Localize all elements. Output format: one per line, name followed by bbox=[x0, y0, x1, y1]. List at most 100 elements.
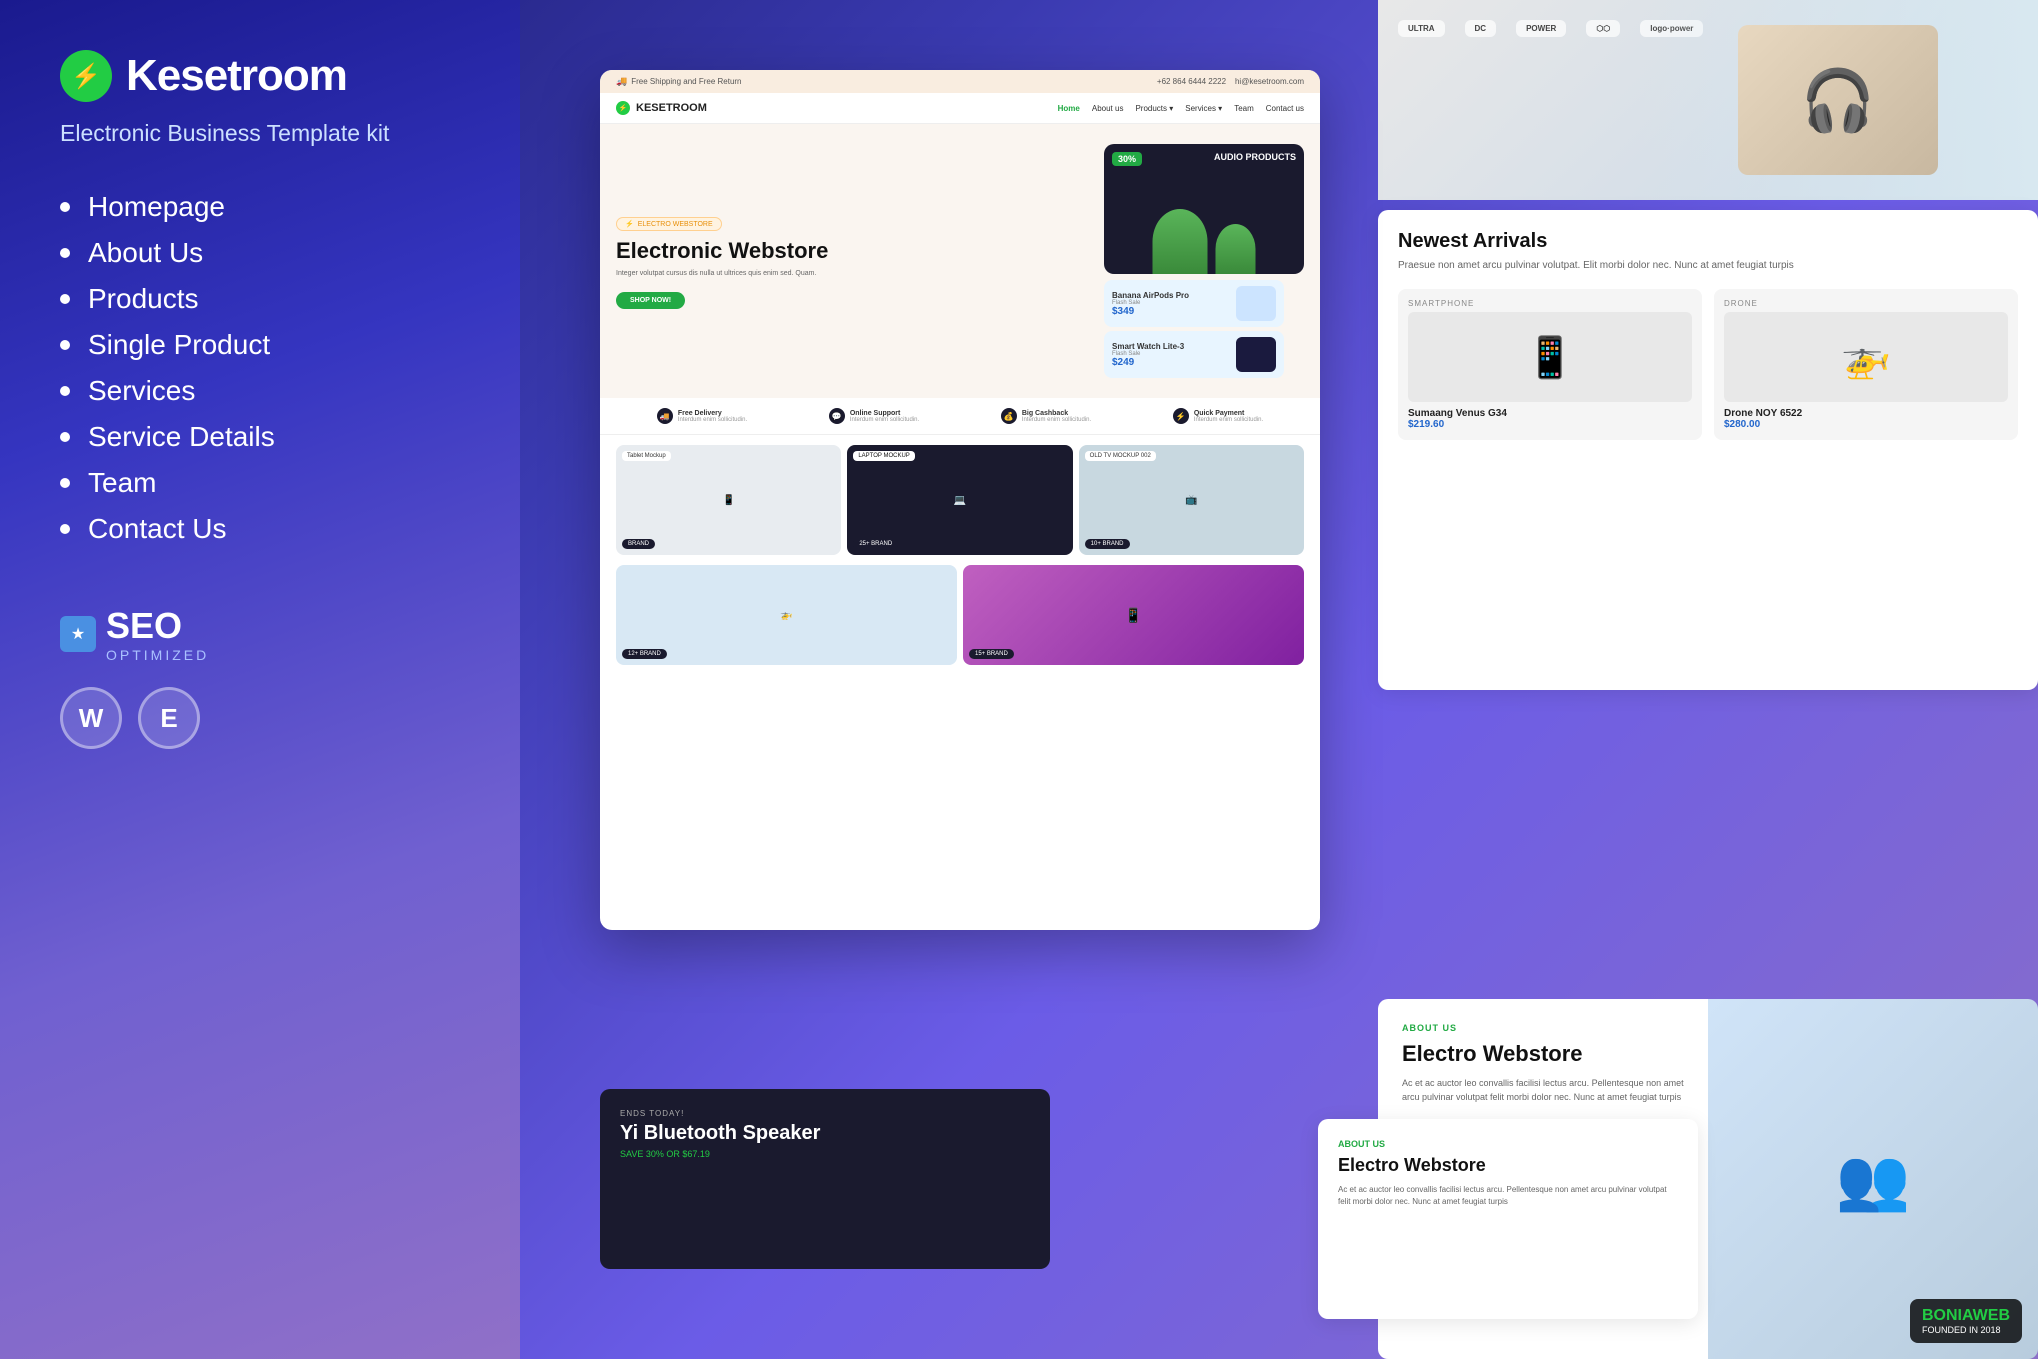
list-item[interactable]: Contact Us bbox=[60, 513, 460, 545]
person-placeholder: 🎧 bbox=[1738, 25, 1938, 175]
discount-badge: 30% bbox=[1112, 152, 1142, 166]
list-item[interactable]: Homepage bbox=[60, 191, 460, 223]
support-title: Online Support bbox=[850, 410, 919, 417]
menu-item-label: About Us bbox=[88, 237, 203, 269]
product-label: LAPTOP MOCKUP bbox=[853, 451, 914, 461]
bullet-icon bbox=[60, 386, 70, 396]
nav-about[interactable]: About us bbox=[1092, 104, 1124, 113]
topbar-shipping: 🚚 Free Shipping and Free Return bbox=[616, 76, 742, 87]
main-content: 🚚 Free Shipping and Free Return +62 864 … bbox=[520, 0, 2038, 1359]
hero-title: Electronic Webstore bbox=[616, 239, 1092, 263]
payment-icon: ⚡ bbox=[1173, 408, 1189, 424]
about-electro-text: Ac et ac auctor leo convallis facilisi l… bbox=[1338, 1184, 1678, 1208]
watch-price: $249 bbox=[1112, 357, 1184, 368]
elementor-icon: E bbox=[138, 687, 200, 749]
cashback-title: Big Cashback bbox=[1022, 410, 1091, 417]
product-card-drone: 🚁 12+ BRAND bbox=[616, 565, 957, 665]
list-item[interactable]: Service Details bbox=[60, 421, 460, 453]
founded-badge: BONIAWEB FOUNDED IN 2018 bbox=[1910, 1299, 2022, 1343]
list-item[interactable]: About Us bbox=[60, 237, 460, 269]
bullet-icon bbox=[60, 432, 70, 442]
side-card-info: Smart Watch Lite-3 Flash Sale $249 bbox=[1112, 342, 1184, 368]
support-icon: 💬 bbox=[829, 408, 845, 424]
bullet-icon bbox=[60, 340, 70, 350]
arrivals-subtitle: Praesue non amet arcu pulvinar volutpat.… bbox=[1398, 259, 2018, 273]
payment-sub: Interdum enim sollicitudin. bbox=[1194, 417, 1263, 423]
nav-contact[interactable]: Contact us bbox=[1266, 104, 1304, 113]
iphone-img: 📱 bbox=[963, 565, 1304, 665]
company-photo-section: 👥 BONIAWEB FOUNDED IN 2018 bbox=[1708, 999, 2038, 1359]
founded-label: FOUNDED IN 2018 bbox=[1922, 1325, 2010, 1335]
brand-logo-hex: ⬡⬡ bbox=[1586, 20, 1620, 37]
delivery-icon: 🚚 bbox=[657, 408, 673, 424]
arrival-category-1: DRONE bbox=[1724, 299, 2008, 308]
list-item[interactable]: Team bbox=[60, 467, 460, 499]
menu-item-label: Services bbox=[88, 375, 195, 407]
smartphone-emoji: 📱 bbox=[1525, 334, 1575, 381]
arrival-smartphone: SMARTPHONE 📱 Sumaang Venus G34 $219.60 bbox=[1398, 289, 1702, 440]
drone-emoji: 🚁 bbox=[1841, 334, 1891, 381]
products-bottom-row: 🚁 12+ BRAND 📱 15+ BRAND bbox=[600, 565, 1320, 675]
tagline: Electronic Business Template kit bbox=[60, 120, 460, 147]
brand-logo-ultra: ULTRA bbox=[1398, 20, 1445, 37]
list-item[interactable]: Products bbox=[60, 283, 460, 315]
arrival-drone: DRONE 🚁 Drone NOY 6522 $280.00 bbox=[1714, 289, 2018, 440]
arrival-price-0: $219.60 bbox=[1408, 419, 1692, 430]
topbar-right: +62 864 6444 2222 hi@kesetroom.com bbox=[1157, 77, 1304, 86]
people-emoji: 👥 bbox=[1836, 1144, 1911, 1215]
iphone-brand: 15+ BRAND bbox=[969, 649, 1014, 659]
platform-icons: W E bbox=[60, 687, 460, 749]
menu-item-label: Contact Us bbox=[88, 513, 227, 545]
hero-cta-button[interactable]: SHOP NOW! bbox=[616, 292, 685, 309]
left-panel: ⚡ Kesetroom Electronic Business Template… bbox=[0, 0, 520, 1359]
about-label: ABOUT US bbox=[1402, 1023, 1684, 1033]
nav-products[interactable]: Products ▾ bbox=[1135, 104, 1173, 113]
arrival-category-0: SMARTPHONE bbox=[1408, 299, 1692, 308]
menu-item-label: Products bbox=[88, 283, 199, 315]
delivery-sub: Interdum enim sollicitudin. bbox=[678, 417, 747, 423]
product-card-iphone: 📱 15+ BRAND bbox=[963, 565, 1304, 665]
brand-name: Kesetroom bbox=[126, 51, 347, 101]
founded-brand: BONIAWEB bbox=[1922, 1307, 2010, 1325]
features-bar: 🚚 Free Delivery Interdum enim sollicitud… bbox=[600, 398, 1320, 435]
company-name: Electro Webstore bbox=[1402, 1041, 1684, 1067]
watch-name: Smart Watch Lite-3 bbox=[1112, 342, 1184, 351]
cashback-icon: 💰 bbox=[1001, 408, 1017, 424]
brand-logo-power: POWER bbox=[1516, 20, 1566, 37]
site-logo-dot: ⚡ bbox=[616, 101, 630, 115]
nav-services[interactable]: Services ▾ bbox=[1185, 104, 1222, 113]
site-hero: ⚡ ELECTRO WEBSTORE Electronic Webstore I… bbox=[600, 124, 1320, 398]
arrival-price-1: $280.00 bbox=[1724, 419, 2008, 430]
product-label: Tablet Mockup bbox=[622, 451, 671, 461]
side-card-airpods: Banana AirPods Pro Flash Sale $349 bbox=[1104, 280, 1284, 327]
email-text: hi@kesetroom.com bbox=[1235, 77, 1304, 86]
side-card-info: Banana AirPods Pro Flash Sale $349 bbox=[1112, 291, 1189, 317]
bullet-icon bbox=[60, 202, 70, 212]
truck-icon: 🚚 bbox=[616, 76, 627, 87]
arrival-name-0: Sumaang Venus G34 bbox=[1408, 408, 1692, 419]
arrivals-title: Newest Arrivals bbox=[1398, 230, 2018, 253]
payment-title: Quick Payment bbox=[1194, 410, 1263, 417]
nav-home[interactable]: Home bbox=[1058, 104, 1080, 113]
brand-logo-dc: DC bbox=[1465, 20, 1497, 37]
menu-item-label: Team bbox=[88, 467, 156, 499]
bt-save-label: SAVE 30% OR $67.19 bbox=[620, 1149, 1030, 1159]
bullet-icon bbox=[60, 524, 70, 534]
bullet-icon bbox=[60, 478, 70, 488]
support-sub: Interdum enim sollicitudin. bbox=[850, 417, 919, 423]
bt-promo-panel: ENDS TODAY! Yi Bluetooth Speaker SAVE 30… bbox=[600, 1089, 1050, 1269]
product-brand: BRAND bbox=[622, 539, 655, 549]
list-item[interactable]: Single Product bbox=[60, 329, 460, 361]
feature-delivery-text: Free Delivery Interdum enim sollicitudin… bbox=[678, 410, 747, 423]
product-label: OLD TV MOCKUP 002 bbox=[1085, 451, 1156, 461]
feature-cashback-text: Big Cashback Interdum enim sollicitudin. bbox=[1022, 410, 1091, 423]
ends-today-label: ENDS TODAY! bbox=[620, 1109, 1030, 1118]
audio-title: AUDIO PRODUCTS bbox=[1214, 152, 1296, 162]
product-card-tablet: Tablet Mockup 📱 BRAND bbox=[616, 445, 841, 555]
airpods-name: Banana AirPods Pro bbox=[1112, 291, 1189, 300]
nav-team[interactable]: Team bbox=[1234, 104, 1254, 113]
airpods-image bbox=[1236, 286, 1276, 321]
arrivals-grid: SMARTPHONE 📱 Sumaang Venus G34 $219.60 D… bbox=[1398, 289, 2018, 440]
list-item[interactable]: Services bbox=[60, 375, 460, 407]
delivery-title: Free Delivery bbox=[678, 410, 747, 417]
